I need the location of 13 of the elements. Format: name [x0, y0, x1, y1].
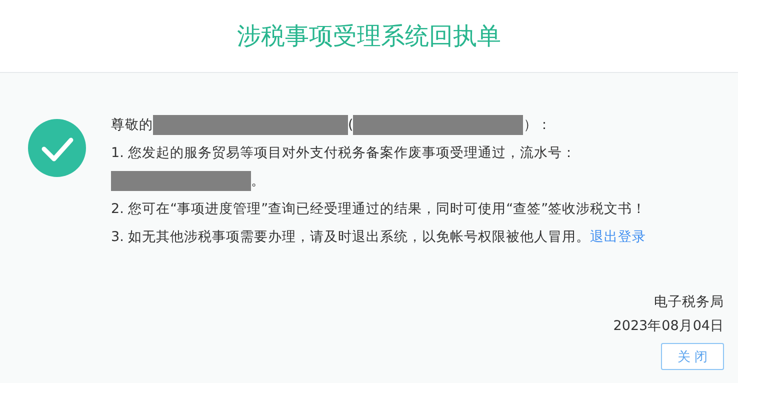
logout-link[interactable]: 退出登录 — [590, 228, 646, 246]
receipt-text: ）： — [523, 116, 552, 134]
receipt-text: 3. 如无其他涉税事项需要办理，请及时退出系统，以免帐号权限被他人冒用。 — [111, 228, 590, 246]
signature-text: 电子税务局 — [654, 293, 724, 311]
close-button[interactable]: 关 闭 — [661, 343, 724, 370]
check-icon — [28, 119, 86, 177]
date-text: 2023年08月04日 — [613, 317, 724, 335]
receipt-text: 尊敬的 — [111, 116, 153, 134]
receipt-text: 2. 您可在“事项进度管理”查询已经受理通过的结果，同时可使用“查签”签收涉税文书！ — [111, 200, 646, 218]
receipt-title: 涉税事项受理系统回执单 — [237, 21, 501, 52]
receipt-text: 1. 您发起的服务贸易等项目对外支付税务备案作废事项受理通过，流水号： — [111, 144, 576, 162]
receipt-text: ( — [348, 117, 354, 133]
receipt-text: 。 — [251, 172, 265, 190]
